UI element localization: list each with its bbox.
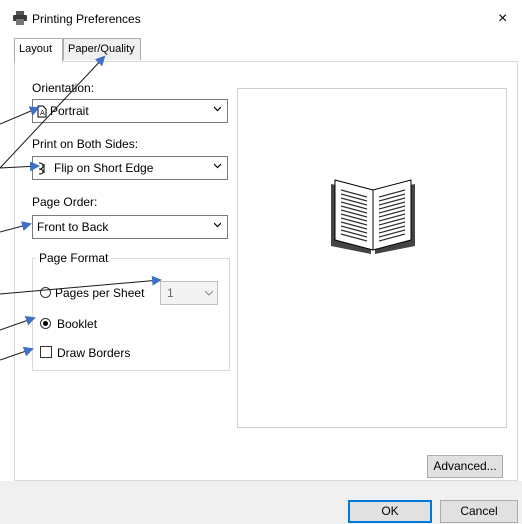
draw-borders-label: Draw Borders (57, 346, 131, 360)
advanced-button-label: Advanced... (433, 459, 497, 473)
printer-icon (13, 11, 27, 25)
pages-per-sheet-select: 1 (160, 281, 218, 305)
svg-text:A: A (40, 109, 45, 117)
chevron-down-icon (214, 163, 221, 169)
booklet-radio[interactable] (40, 318, 51, 329)
cancel-button[interactable]: Cancel (440, 500, 518, 523)
duplex-select[interactable]: Flip on Short Edge (32, 156, 228, 180)
chevron-down-icon (214, 106, 221, 112)
advanced-button[interactable]: Advanced... (427, 455, 503, 478)
window-title: Printing Preferences (32, 12, 141, 26)
tab-paper-quality-label: Paper/Quality (68, 43, 135, 55)
page-format-legend: Page Format (36, 251, 112, 265)
pages-per-sheet-label: Pages per Sheet (55, 286, 145, 300)
tab-paper-quality[interactable]: Paper/Quality (63, 38, 141, 60)
page-order-select[interactable]: Front to Back (32, 215, 228, 239)
chevron-down-icon (205, 290, 213, 296)
orientation-value: Portrait (50, 104, 89, 118)
portrait-page-icon: A (37, 105, 47, 118)
tab-layout[interactable]: Layout (14, 38, 63, 62)
chevron-down-icon (214, 222, 221, 228)
page-order-label: Page Order: (32, 195, 98, 209)
pages-per-sheet-value: 1 (167, 286, 174, 300)
orientation-label: Orientation: (32, 81, 95, 95)
page-order-value: Front to Back (37, 220, 109, 234)
booklet-preview-icon (331, 179, 415, 254)
layout-preview (237, 88, 507, 428)
duplex-label: Print on Both Sides: (32, 137, 139, 151)
flip-short-edge-icon (38, 162, 45, 175)
ok-button[interactable]: OK (348, 500, 432, 523)
duplex-value: Flip on Short Edge (54, 161, 154, 175)
cancel-button-label: Cancel (460, 504, 498, 518)
close-icon[interactable]: × (498, 11, 507, 27)
draw-borders-checkbox[interactable] (40, 346, 52, 358)
ok-button-label: OK (381, 504, 399, 518)
tab-layout-label: Layout (19, 43, 53, 55)
booklet-label: Booklet (57, 317, 98, 331)
title-bar: Printing Preferences × (0, 0, 522, 36)
orientation-select[interactable]: A Portrait (32, 99, 228, 123)
pages-per-sheet-radio[interactable] (40, 287, 51, 298)
